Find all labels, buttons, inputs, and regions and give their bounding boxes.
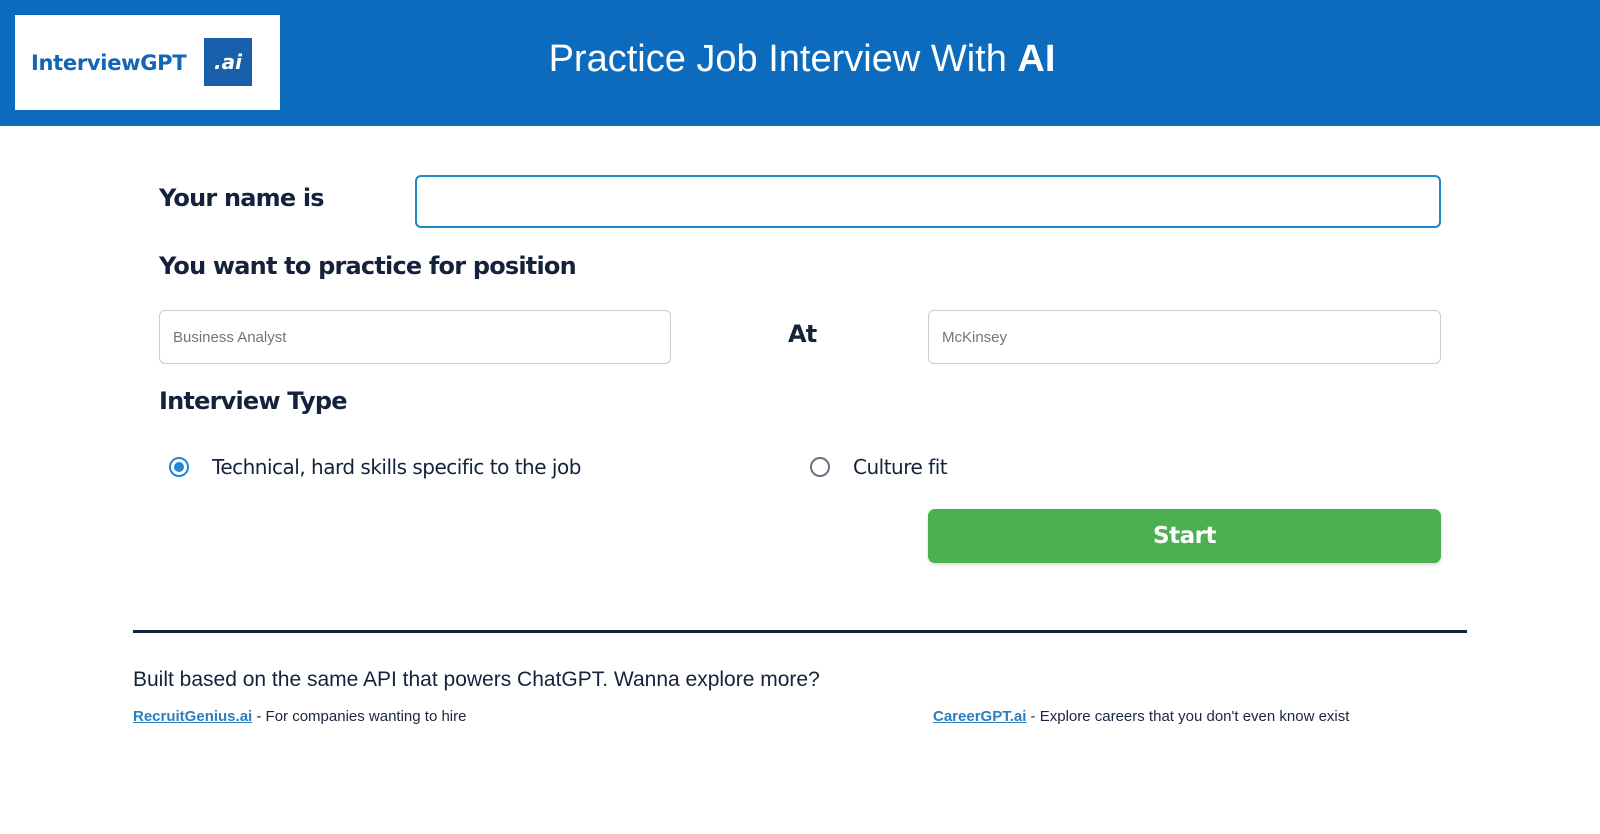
interview-type-label: Interview Type xyxy=(159,387,348,415)
company-input[interactable] xyxy=(928,310,1441,364)
radio-label-technical: Technical, hard skills specific to the j… xyxy=(212,455,581,479)
page-title-bold: AI xyxy=(1017,38,1056,80)
divider xyxy=(133,630,1467,633)
recruitgenius-link[interactable]: RecruitGenius.ai xyxy=(133,708,252,725)
header-bar: InterviewGPT .ai Practice Job Interview … xyxy=(0,0,1600,126)
start-button[interactable]: Start xyxy=(928,509,1441,563)
position-label: You want to practice for position xyxy=(159,252,577,280)
page-title-main: Practice Job Interview With xyxy=(548,38,1018,80)
radio-option-culture-fit[interactable]: Culture fit xyxy=(810,455,948,479)
footer-link-row-careergpt: CareerGPT.ai - Explore careers that you … xyxy=(933,708,1349,725)
name-label: Your name is xyxy=(159,184,325,212)
careergpt-link[interactable]: CareerGPT.ai xyxy=(933,708,1026,725)
radio-option-technical[interactable]: Technical, hard skills specific to the j… xyxy=(169,455,581,479)
radio-label-culture-fit: Culture fit xyxy=(853,455,948,479)
position-input[interactable] xyxy=(159,310,671,364)
page-title: Practice Job Interview With AI xyxy=(0,38,1600,81)
radio-button-culture-fit[interactable] xyxy=(810,457,830,477)
footer-link-row-recruitgenius: RecruitGenius.ai - For companies wanting… xyxy=(133,708,466,725)
name-input[interactable] xyxy=(415,175,1441,228)
recruitgenius-description: - For companies wanting to hire xyxy=(252,708,467,725)
careergpt-description: - Explore careers that you don't even kn… xyxy=(1026,708,1350,725)
footer-tagline: Built based on the same API that powers … xyxy=(133,668,820,691)
radio-button-technical[interactable] xyxy=(169,457,189,477)
at-label: At xyxy=(788,320,817,348)
